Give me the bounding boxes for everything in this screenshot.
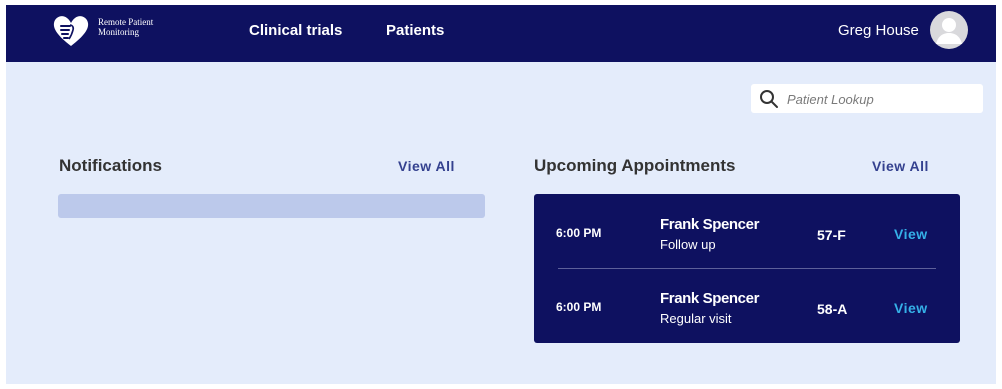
logo-line-2: Monitoring bbox=[98, 27, 140, 37]
appointment-row[interactable]: 6:00 PM Frank Spencer Regular visit 58-A… bbox=[534, 282, 960, 342]
app-frame: Remote Patient Monitoring Clinical trial… bbox=[6, 5, 996, 384]
top-navbar: Remote Patient Monitoring Clinical trial… bbox=[6, 5, 996, 62]
nav-clinical-trials[interactable]: Clinical trials bbox=[249, 22, 342, 39]
appointment-code: 57-F bbox=[817, 227, 846, 243]
notifications-view-all-link[interactable]: View All bbox=[398, 158, 455, 174]
appointment-patient-name: Frank Spencer bbox=[660, 216, 760, 233]
search-icon bbox=[760, 90, 778, 108]
notification-item-placeholder bbox=[58, 194, 485, 218]
appointment-time: 6:00 PM bbox=[556, 300, 602, 314]
notifications-title: Notifications bbox=[59, 156, 162, 175]
appointment-row[interactable]: 6:00 PM Frank Spencer Follow up 57-F Vie… bbox=[534, 208, 960, 268]
appointments-card: 6:00 PM Frank Spencer Follow up 57-F Vie… bbox=[534, 194, 960, 343]
appointment-divider bbox=[558, 268, 936, 269]
appointment-view-link[interactable]: View bbox=[894, 226, 928, 242]
appointment-patient-name: Frank Spencer bbox=[660, 290, 760, 307]
appointments-view-all-link[interactable]: View All bbox=[872, 158, 929, 174]
appointment-type: Follow up bbox=[660, 237, 716, 252]
heart-hand-icon[interactable] bbox=[52, 14, 90, 48]
appointments-title: Upcoming Appointments bbox=[534, 156, 736, 175]
appointment-type: Regular visit bbox=[660, 311, 732, 326]
patient-lookup-search[interactable] bbox=[751, 84, 983, 113]
appointment-code: 58-A bbox=[817, 301, 848, 317]
appointment-time: 6:00 PM bbox=[556, 226, 602, 240]
nav-patients[interactable]: Patients bbox=[386, 22, 444, 39]
user-avatar-icon[interactable] bbox=[930, 11, 968, 49]
search-input[interactable] bbox=[785, 88, 979, 110]
appointment-view-link[interactable]: View bbox=[894, 300, 928, 316]
logo-text: Remote Patient Monitoring bbox=[98, 17, 178, 37]
logo-line-1: Remote Patient bbox=[98, 17, 154, 27]
user-name[interactable]: Greg House bbox=[838, 22, 919, 39]
